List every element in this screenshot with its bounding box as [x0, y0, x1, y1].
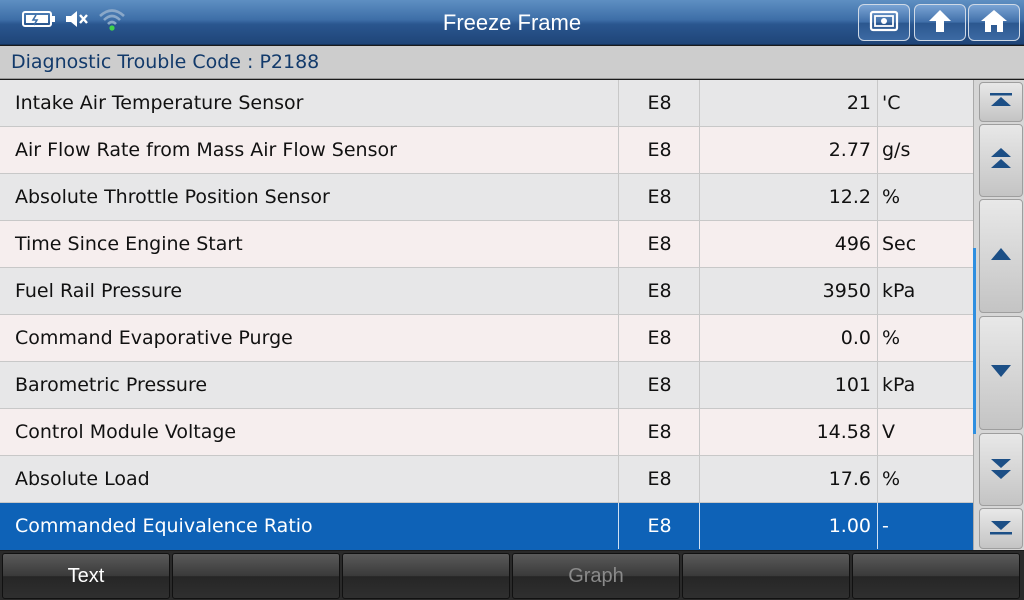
parameter-unit: % [882, 186, 901, 208]
parameter-unit: % [882, 468, 901, 490]
parameter-value: 14.58 [701, 409, 878, 455]
parameter-unit: - [882, 515, 889, 537]
parameter-code: E8 [620, 127, 700, 173]
parameter-code: E8 [620, 80, 700, 126]
parameter-unit: kPa [882, 280, 916, 302]
dtc-header: Diagnostic Trouble Code : P2188 [0, 46, 1024, 79]
table-row[interactable]: Air Flow Rate from Mass Air Flow Sensor E… [0, 127, 973, 174]
parameter-value: 3950 [701, 268, 878, 314]
parameter-name: Air Flow Rate from Mass Air Flow Sensor [0, 127, 619, 173]
table-row[interactable]: Absolute Throttle Position Sensor E8 12.2% [0, 174, 973, 221]
parameter-code: E8 [620, 174, 700, 220]
parameter-code: E8 [620, 503, 700, 549]
line-down-icon [988, 363, 1014, 383]
scroll-bottom-button[interactable] [979, 508, 1023, 549]
scroll-top-button[interactable] [979, 82, 1023, 122]
parameter-unit: g/s [882, 139, 911, 161]
parameter-name: Time Since Engine Start [0, 221, 619, 267]
parameter-code: E8 [620, 456, 700, 502]
battery-icon [22, 10, 56, 32]
parameter-code: E8 [620, 362, 700, 408]
parameter-value: 12.2 [701, 174, 878, 220]
line-down-button[interactable] [979, 316, 1023, 430]
parameter-value: 496 [701, 221, 878, 267]
page-up-button[interactable] [979, 124, 1023, 197]
parameter-name: Control Module Voltage [0, 409, 619, 455]
screenshot-icon [869, 9, 899, 37]
parameter-unit: V [882, 421, 895, 443]
parameter-unit: % [882, 327, 901, 349]
parameter-value: 0.0 [701, 315, 878, 361]
parameter-code: E8 [620, 268, 700, 314]
status-icons [22, 8, 126, 34]
table-row[interactable]: Barometric Pressure E8 101 kPa [0, 362, 973, 409]
parameter-value: 2.77 [701, 127, 878, 173]
page-up-icon [988, 146, 1014, 176]
table-row[interactable]: Time Since Engine Start E8 496 Sec [0, 221, 973, 268]
parameter-value: 101 [701, 362, 878, 408]
scroll-bottom-icon [988, 518, 1014, 540]
line-up-icon [988, 246, 1014, 266]
parameter-value: 21 [701, 80, 878, 126]
parameter-unit: kPa [882, 374, 916, 396]
toolbar-button-6[interactable] [852, 553, 1020, 599]
parameter-code: E8 [620, 221, 700, 267]
parameter-name: Command Evaporative Purge [0, 315, 619, 361]
home-icon [980, 8, 1008, 38]
parameter-name: Absolute Throttle Position Sensor [0, 174, 619, 220]
parameter-unit: Sec [882, 233, 917, 255]
parameter-code: E8 [620, 315, 700, 361]
speaker-muted-icon [64, 8, 90, 34]
screenshot-button[interactable] [858, 4, 910, 41]
parameter-value: 17.6 [701, 456, 878, 502]
parameter-name: Barometric Pressure [0, 362, 619, 408]
parameter-value: 1.00 [701, 503, 878, 549]
parameter-name: Fuel Rail Pressure [0, 268, 619, 314]
back-button[interactable] [914, 4, 966, 41]
table-row[interactable]: Commanded Equivalence Ratio E8 1.00- [0, 503, 973, 550]
table-row[interactable]: Fuel Rail Pressure E8 3950 kPa [0, 268, 973, 315]
table-row[interactable]: Intake Air Temperature Sensor E8 21 'C [0, 80, 973, 127]
graph-button: Graph [512, 553, 680, 599]
back-icon [926, 8, 954, 38]
wifi-icon [98, 7, 126, 35]
parameter-code: E8 [620, 409, 700, 455]
page-down-icon [988, 455, 1014, 485]
scroll-position-indicator [973, 248, 976, 434]
parameter-unit: 'C [882, 92, 901, 114]
parameter-name: Commanded Equivalence Ratio [0, 503, 619, 549]
table-row[interactable]: Control Module Voltage E8 14.58 V [0, 409, 973, 456]
text-button[interactable]: Text [2, 553, 170, 599]
toolbar-button-3[interactable] [342, 553, 510, 599]
page-down-button[interactable] [979, 433, 1023, 506]
table-row[interactable]: Absolute Load E8 17.6% [0, 456, 973, 503]
line-up-button[interactable] [979, 199, 1023, 313]
freeze-frame-table: Intake Air Temperature Sensor E8 21 'C Air F… [0, 80, 973, 550]
parameter-name: Intake Air Temperature Sensor [0, 80, 619, 126]
table-row[interactable]: Command Evaporative Purge E8 0.0% [0, 315, 973, 362]
toolbar-button-5[interactable] [682, 553, 850, 599]
toolbar-button-2[interactable] [172, 553, 340, 599]
home-button[interactable] [968, 4, 1020, 41]
parameter-name: Absolute Load [0, 456, 619, 502]
scroll-top-icon [988, 91, 1014, 113]
